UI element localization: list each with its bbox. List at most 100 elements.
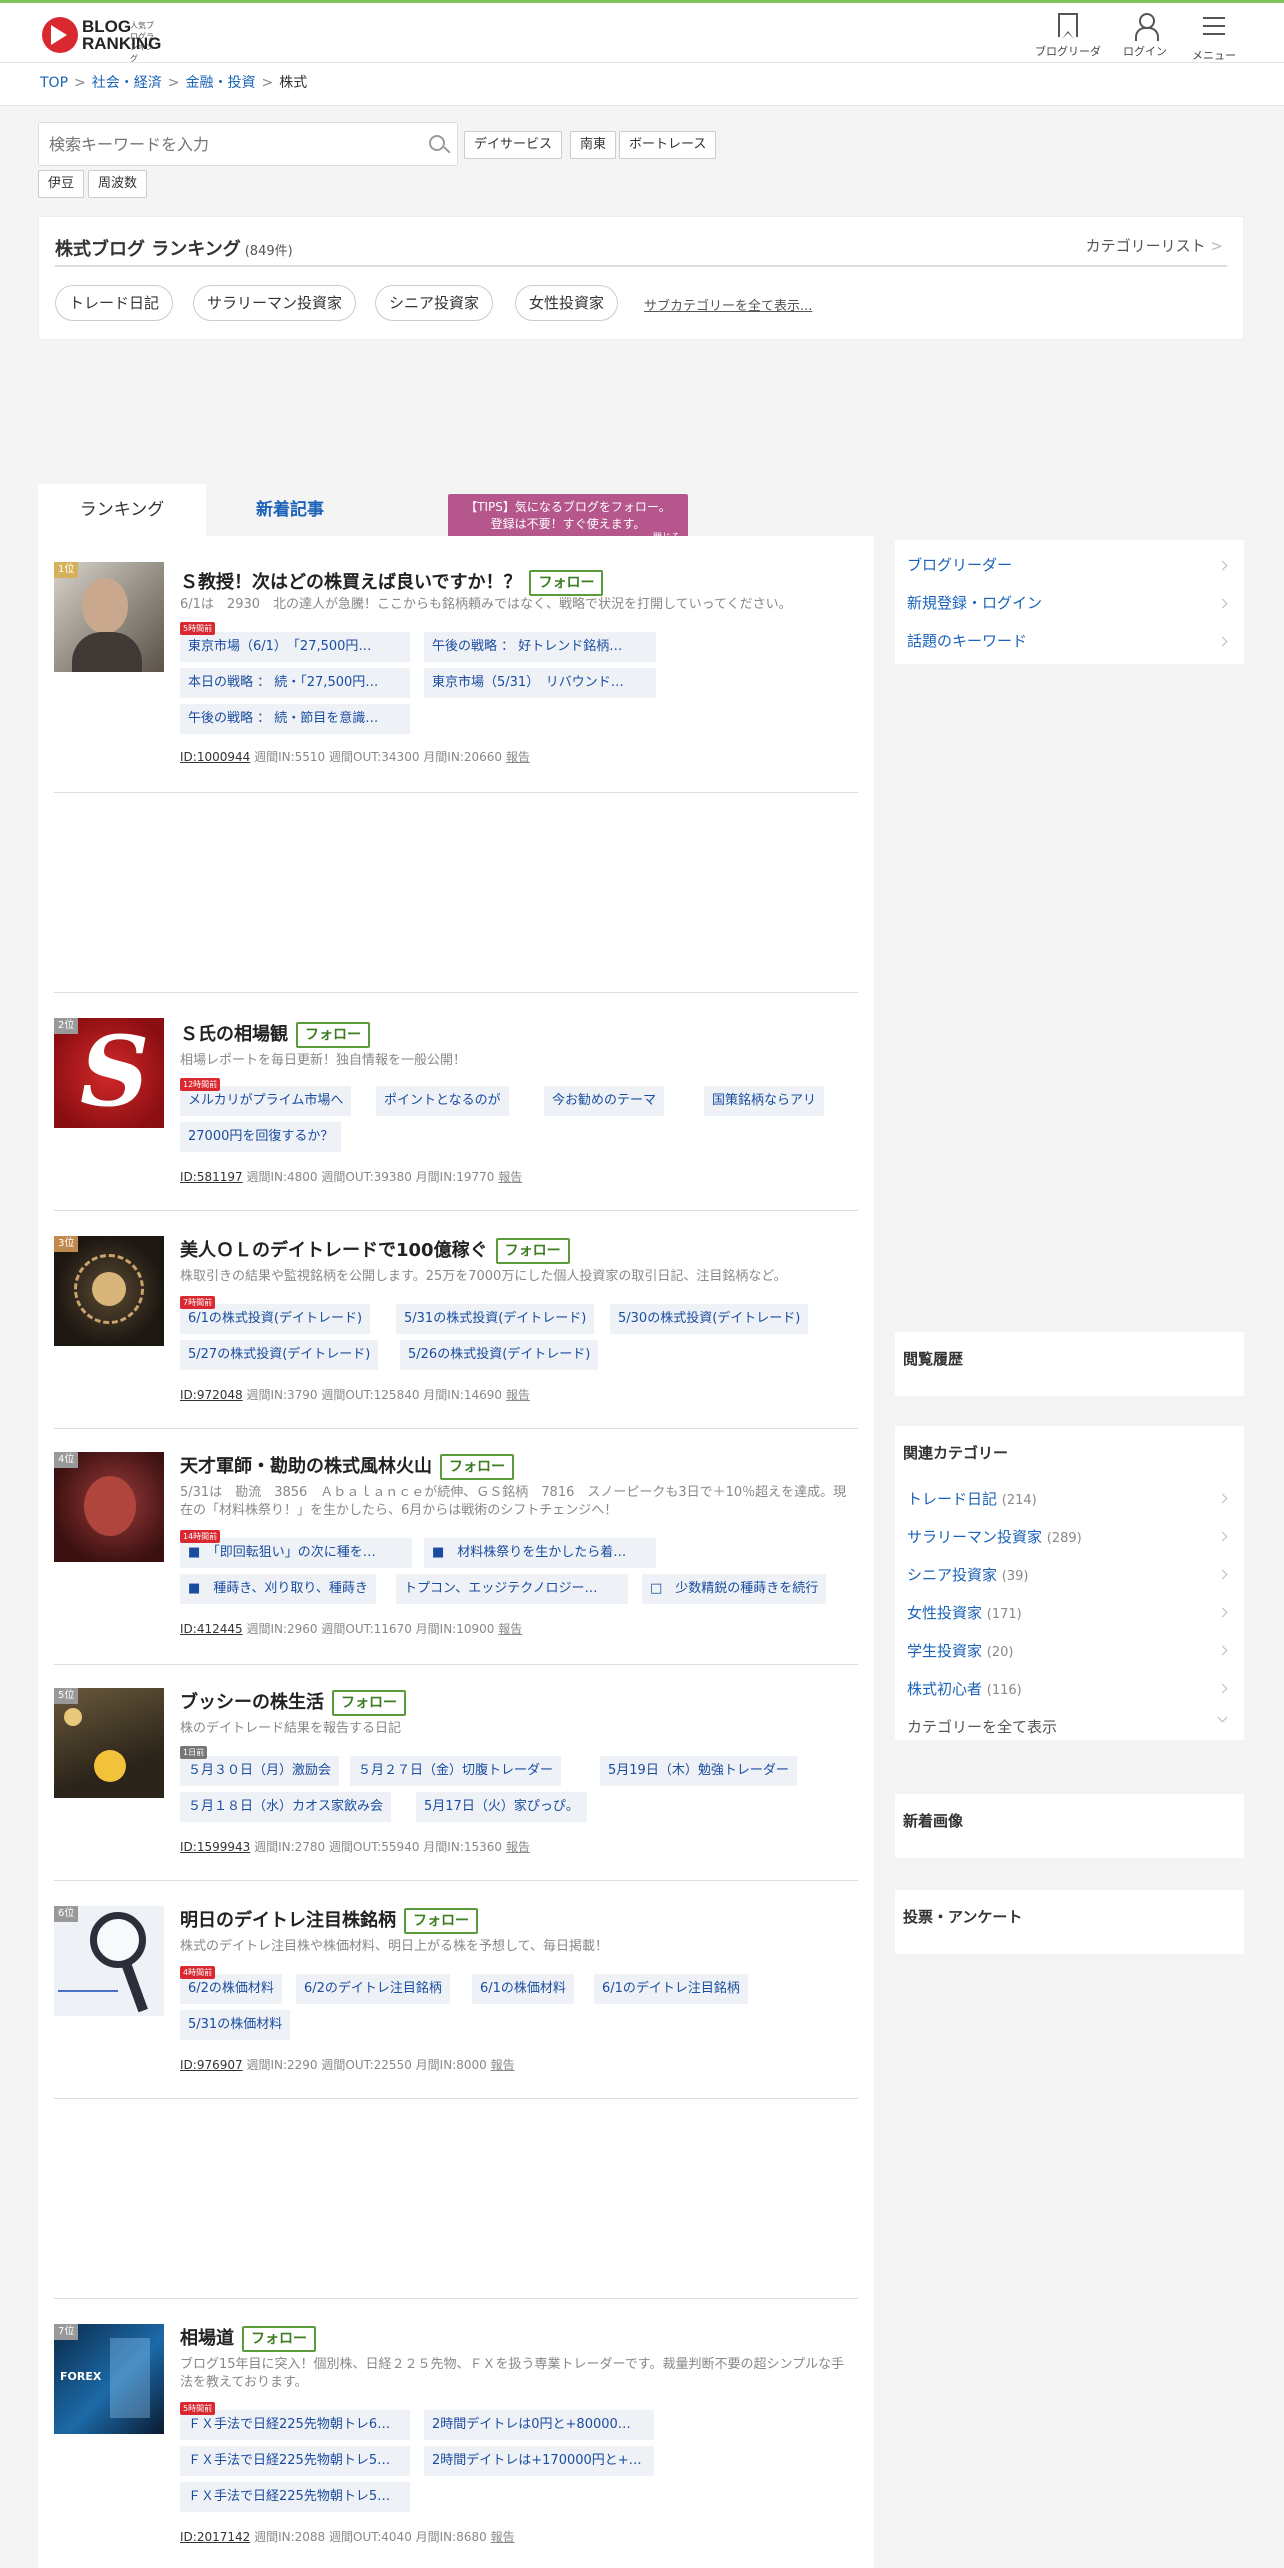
article-link[interactable]: 5月19日（木）勉強トレーダー [600,1756,797,1786]
article-link[interactable]: 27000円を回復するか？ [180,1122,342,1152]
related-category-link[interactable]: サラリーマン投資家 (289) [907,1526,1082,1547]
blog-thumbnail[interactable] [54,1452,164,1562]
blog-title[interactable]: 相場道 フォロー [180,2324,316,2352]
nav-menu[interactable]: メニュー [1186,13,1242,63]
article-link[interactable]: 5/27の株式投資(デイトレード) [180,1340,379,1370]
article-link[interactable]: ５月３０日（月）激励会 [180,1756,340,1786]
blog-thumbnail[interactable] [54,1906,164,2016]
follow-button[interactable]: フォロー [242,2326,316,2352]
related-category-link[interactable]: シニア投資家 (39) [907,1564,1028,1585]
article-link[interactable]: □ 少数精鋭の種蒔きを続行 [642,1574,827,1604]
search-input[interactable] [39,123,399,165]
blog-thumbnail[interactable] [54,562,164,672]
related-category-link[interactable]: 学生投資家 (20) [907,1640,1013,1661]
article-link[interactable]: 5/31の株式投資(デイトレード) [396,1304,595,1334]
subcategory-pill[interactable]: トレード日記 [55,285,174,321]
blog-thumbnail[interactable] [54,1688,164,1798]
related-category-link[interactable]: 女性投資家 (171) [907,1602,1022,1623]
article-link[interactable]: 東京市場（5/31） リバウンド… [424,668,656,698]
category-list-link[interactable]: カテゴリーリスト > [1086,235,1223,256]
updated-badge: 5時間前 [180,2402,216,2415]
report-link[interactable]: 報告 [506,1388,530,1402]
article-link[interactable]: ＦＸ手法で日経225先物朝トレ6… [180,2410,410,2440]
blog-id-link[interactable]: ID:1000944 [180,750,250,764]
article-link[interactable]: トプコン、エッジテクノロジー… [396,1574,628,1604]
article-link[interactable]: ５月２７日（金）切腹トレーダー [350,1756,562,1786]
keyword-tag[interactable]: 南東 [570,131,617,159]
report-link[interactable]: 報告 [491,2530,515,2544]
blog-thumbnail[interactable]: FOREX [54,2324,164,2434]
breadcrumb-top[interactable]: TOP [40,75,68,91]
keyword-tag[interactable]: デイサービス [464,131,563,159]
article-link[interactable]: 6/2のデイトレ注目銘柄 [296,1974,450,2004]
sidebar-link-trending-keywords[interactable]: 話題のキーワード [907,630,1027,651]
article-link[interactable]: 本日の戦略 ： 続・「27,500円… [180,668,410,698]
related-category-link[interactable]: 株式初心者 (116) [907,1678,1022,1699]
blog-id-link[interactable]: ID:976907 [180,2058,243,2072]
article-link[interactable]: 6/1のデイトレ注目銘柄 [594,1974,748,2004]
report-link[interactable]: 報告 [491,2058,515,2072]
article-link[interactable]: 午後の戦略 ： 続・節目を意識… [180,704,410,734]
breadcrumb-society[interactable]: 社会・経済 [92,75,162,91]
report-link[interactable]: 報告 [498,1170,522,1184]
blog-title[interactable]: 明日のデイトレ注目株銘柄 フォロー [180,1906,478,1934]
follow-button[interactable]: フォロー [296,1022,370,1048]
follow-button[interactable]: フォロー [404,1908,478,1934]
blog-id-link[interactable]: ID:972048 [180,1388,243,1402]
blog-title[interactable]: Ｓ教授！次はどの株買えば良いですか！？ フォロー [180,568,604,596]
blog-id-link[interactable]: ID:412445 [180,1622,243,1636]
article-link[interactable]: ＦＸ手法で日経225先物朝トレ5… [180,2446,410,2476]
subcategory-pill[interactable]: サラリーマン投資家 [193,285,357,321]
keyword-tag[interactable]: 伊豆 [38,170,85,198]
article-link[interactable]: ＦＸ手法で日経225先物朝トレ5… [180,2482,410,2512]
follow-button[interactable]: フォロー [529,570,604,596]
article-link[interactable]: ■ 材料株祭りを生かしたら着… [424,1538,656,1568]
tab-ranking[interactable]: ランキング [38,484,206,536]
blog-title[interactable]: ブッシーの株生活 フォロー [180,1688,406,1716]
related-category-link[interactable]: トレード日記 (214) [907,1488,1037,1509]
subcategory-pill[interactable]: シニア投資家 [375,285,494,321]
blog-id-link[interactable]: ID:581197 [180,1170,243,1184]
forex-screen-icon: FOREX [60,2370,102,2383]
keyword-tag[interactable]: ボートレース [619,131,717,159]
sidebar-link-register-login[interactable]: 新規登録・ログイン [907,592,1042,613]
show-all-categories-link[interactable]: カテゴリーを全て表示 [907,1716,1057,1737]
article-link[interactable]: 5/31の株価材料 [180,2010,291,2040]
report-link[interactable]: 報告 [498,1622,522,1636]
blog-title[interactable]: Ｓ氏の相場観 フォロー [180,1020,370,1048]
site-logo[interactable]: BLOG RANKING 人気ブログランキング [42,15,161,63]
blog-title[interactable]: 美人ＯＬのデイトレードで100億稼ぐ フォロー [180,1236,570,1264]
article-link[interactable]: 5月17日（火）家ぴっぴ。 [416,1792,587,1822]
blog-thumbnail[interactable] [54,1236,164,1346]
article-link[interactable]: 5/26の株式投資(デイトレード) [400,1340,599,1370]
blog-thumbnail[interactable]: S [54,1018,164,1128]
article-link[interactable]: 5/30の株式投資(デイトレード) [610,1304,809,1334]
blog-id-link[interactable]: ID:2017142 [180,2530,250,2544]
follow-button[interactable]: フォロー [332,1690,406,1716]
article-link[interactable]: 国策銘柄ならアリ [704,1086,825,1116]
article-link[interactable]: ポイントとなるのが [376,1086,509,1116]
breadcrumb-finance[interactable]: 金融・投資 [185,75,255,91]
ranking-entry: 4位 天才軍師・勘助の株式風林火山 フォロー 5/31は 勘流 3856 Ａｂａｌ… [54,1452,858,1642]
report-link[interactable]: 報告 [506,1840,530,1854]
article-link[interactable]: 2時間デイトレは+170000円と+… [424,2446,654,2476]
tab-new-articles[interactable]: 新着記事 [206,484,374,536]
article-link[interactable]: 6/1の株価材料 [472,1974,574,2004]
article-link[interactable]: 東京市場（6/1） 「27,500円… [180,632,410,662]
subcategory-pill[interactable]: 女性投資家 [515,285,619,321]
blog-title[interactable]: 天才軍師・勘助の株式風林火山 フォロー [180,1452,514,1480]
article-link[interactable]: ■ 種蒔き、刈り取り、種蒔き [180,1574,376,1604]
article-link[interactable]: 2時間デイトレは0円と+80000… [424,2410,654,2440]
article-link[interactable]: ５月１８日（水）カオス家飲み会 [180,1792,392,1822]
report-link[interactable]: 報告 [506,750,530,764]
sidebar-link-blog-reader[interactable]: ブログリーダー [907,554,1012,575]
nav-login[interactable]: ログイン [1118,13,1172,59]
article-link[interactable]: 今お勧めのテーマ [544,1086,665,1116]
follow-button[interactable]: フォロー [440,1454,514,1480]
blog-id-link[interactable]: ID:1599943 [180,1840,250,1854]
follow-button[interactable]: フォロー [495,1238,570,1264]
search-icon[interactable] [429,135,445,151]
article-link[interactable]: 午後の戦略 ： 好トレンド銘柄… [424,632,656,662]
show-all-subcategories-link[interactable]: サブカテゴリーを全て表示... [644,295,812,314]
keyword-tag[interactable]: 周波数 [88,170,148,198]
